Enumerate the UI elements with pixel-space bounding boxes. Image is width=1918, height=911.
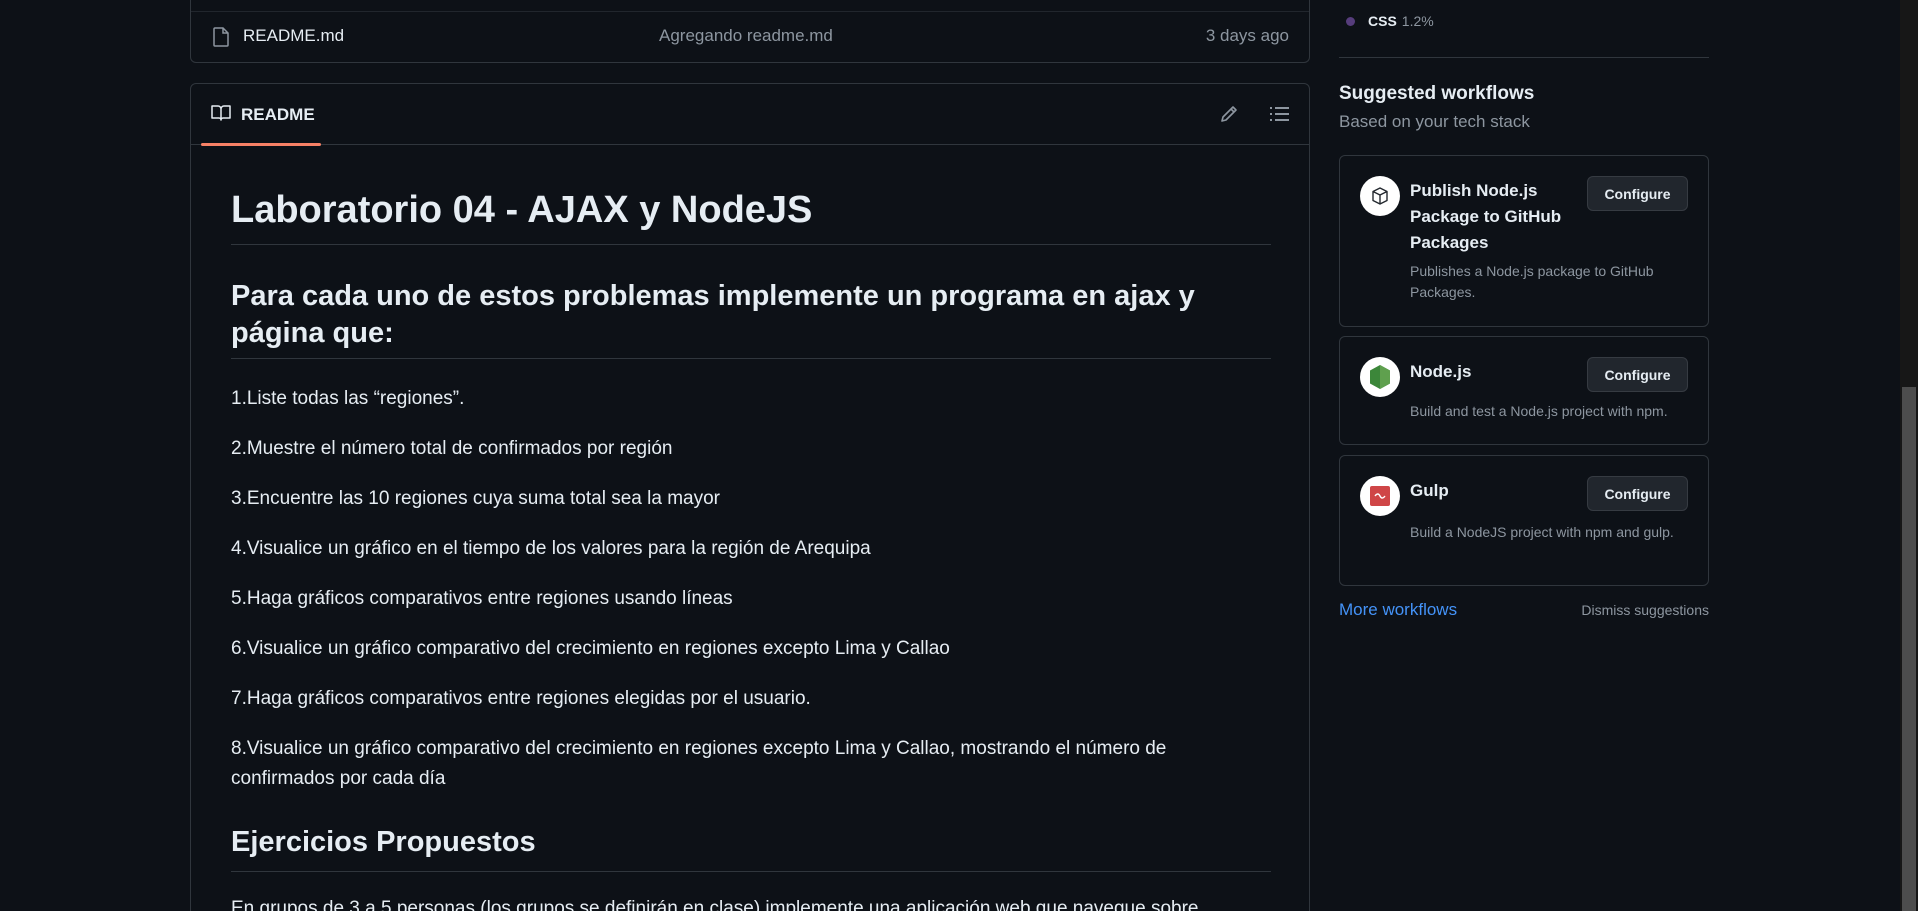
readme-heading-exercises: Ejercicios Propuestos: [231, 824, 1271, 872]
workflow-description: Build and test a Node.js project with np…: [1410, 403, 1668, 419]
gulp-icon: [1360, 476, 1400, 516]
suggested-workflows-subtitle: Based on your tech stack: [1339, 112, 1530, 131]
workflow-description: Publishes a Node.js package to GitHub Pa…: [1410, 263, 1654, 300]
readme-header: README: [191, 84, 1309, 146]
tab-readme-label: README: [241, 105, 315, 124]
configure-button[interactable]: Configure: [1587, 176, 1688, 211]
language-css[interactable]: CSS 1.2%: [1346, 10, 1434, 32]
file-row[interactable]: README.md Agregando readme.md 3 days ago: [191, 12, 1309, 62]
configure-button[interactable]: Configure: [1587, 476, 1688, 511]
package-icon: [1360, 176, 1400, 216]
scrollbar-thumb[interactable]: [1902, 387, 1916, 911]
list-item: 7.Haga gráficos comparativos entre regio…: [231, 688, 811, 709]
workflow-card: Gulp Build a NodeJS project with npm and…: [1339, 455, 1709, 586]
workflow-name[interactable]: Node.js: [1410, 359, 1570, 385]
nodejs-icon: [1360, 357, 1400, 397]
workflow-card: Node.js Build and test a Node.js project…: [1339, 336, 1709, 445]
tab-active-indicator: [201, 143, 321, 146]
tab-readme[interactable]: README: [201, 84, 321, 146]
commit-date: 3 days ago: [1205, 26, 1289, 45]
readme-paragraph: En grupos de 3 a 5 personas (los grupos …: [231, 898, 1199, 911]
workflow-card: Publish Node.js Package to GitHub Packag…: [1339, 155, 1709, 327]
pencil-icon[interactable]: [1217, 102, 1241, 126]
readme-heading: Para cada uno de estos problemas impleme…: [231, 278, 1271, 359]
list-item: 1.Liste todas las “regiones”.: [231, 388, 465, 409]
scrollbar-track[interactable]: [1900, 0, 1918, 911]
file-name-link[interactable]: README.md: [243, 26, 344, 46]
dismiss-suggestions-link[interactable]: Dismiss suggestions: [1581, 602, 1709, 618]
list-item: 4.Visualice un gráfico en el tiempo de l…: [231, 538, 871, 559]
more-workflows-link[interactable]: More workflows: [1339, 600, 1457, 620]
file-icon: [213, 27, 229, 47]
list-item: 3.Encuentre las 10 regiones cuya suma to…: [231, 488, 720, 509]
workflow-name[interactable]: Publish Node.js Package to GitHub Packag…: [1410, 178, 1570, 256]
workflow-name[interactable]: Gulp: [1410, 478, 1570, 504]
list-item: 2.Muestre el número total de confirmados…: [231, 438, 673, 459]
suggested-workflows-title: Suggested workflows: [1339, 83, 1535, 104]
list-item: 5.Haga gráficos comparativos entre regio…: [231, 588, 733, 609]
book-icon: [211, 105, 231, 121]
file-list: README.md Agregando readme.md 3 days ago: [190, 0, 1310, 63]
language-color-dot: [1346, 16, 1355, 26]
list-item: 8.Visualice un gráfico comparativo del c…: [231, 738, 1167, 789]
repository-page: README.md Agregando readme.md 3 days ago…: [0, 0, 1918, 911]
list-item: 6.Visualice un gráfico comparativo del c…: [231, 638, 950, 659]
outline-list-icon[interactable]: [1267, 102, 1291, 126]
readme-title: Laboratorio 04 - AJAX y NodeJS: [231, 190, 1271, 245]
configure-button[interactable]: Configure: [1587, 357, 1688, 392]
language-name: CSS: [1368, 13, 1397, 29]
workflow-description: Build a NodeJS project with npm and gulp…: [1410, 524, 1674, 540]
readme-panel: README Laboratorio 04 - AJAX y NodeJS Pa…: [190, 83, 1310, 911]
sidebar-divider: [1339, 57, 1709, 58]
language-percent: 1.2%: [1401, 13, 1434, 29]
commit-message-link[interactable]: Agregando readme.md: [659, 26, 833, 46]
